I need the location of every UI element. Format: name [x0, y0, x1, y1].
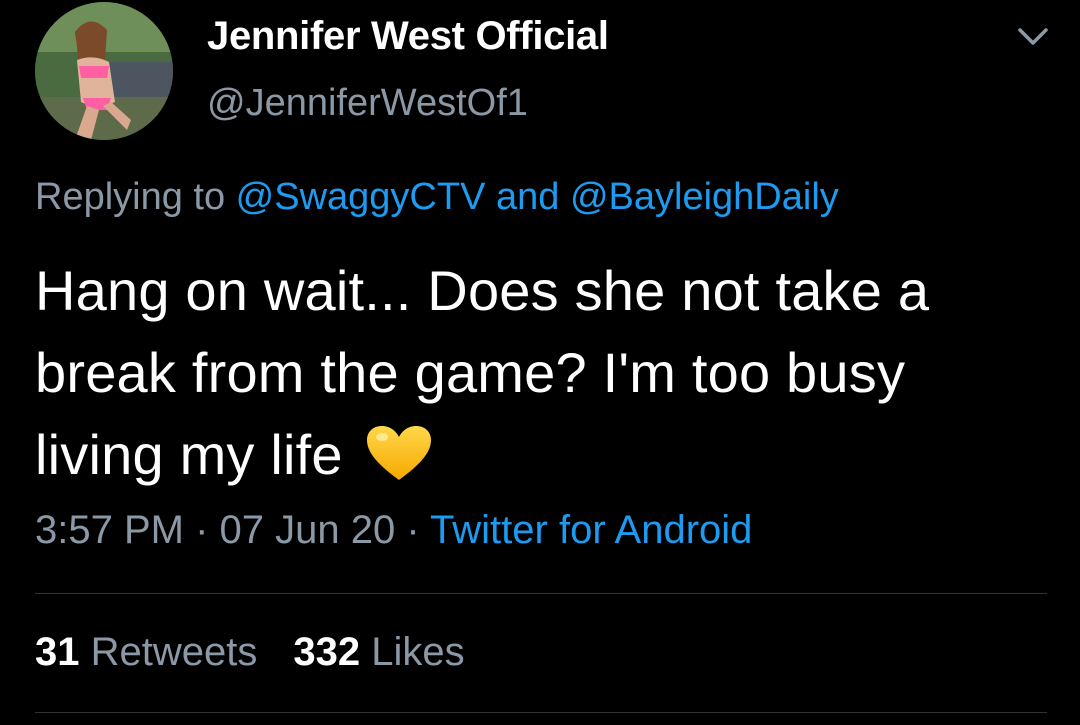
profile-photo: [35, 2, 173, 140]
meta-separator: ·: [183, 508, 220, 552]
tweet-stats: 31 Retweets 332 Likes: [35, 630, 465, 675]
reply-conjunction: and: [485, 176, 570, 218]
tweet-text: Hang on wait... Does she not take a brea…: [35, 250, 1045, 496]
replying-to-label: Replying to: [35, 176, 236, 218]
author-display-name[interactable]: Jennifer West Official: [207, 14, 609, 59]
likes-stat[interactable]: 332 Likes: [293, 630, 464, 674]
retweets-stat[interactable]: 31 Retweets: [35, 630, 257, 674]
chevron-down-icon[interactable]: [1014, 22, 1052, 52]
meta-separator: ·: [395, 508, 431, 552]
divider: [35, 593, 1047, 594]
likes-count: 332: [293, 630, 361, 674]
tweet-body: Hang on wait... Does she not take a brea…: [35, 259, 930, 486]
yellow-heart-icon: [366, 426, 431, 480]
reply-user-link[interactable]: @SwaggyCTV: [236, 176, 486, 218]
replying-to-line: Replying to @SwaggyCTV and @BayleighDail…: [35, 176, 839, 219]
avatar[interactable]: [35, 2, 173, 140]
author-handle[interactable]: @JenniferWestOf1: [207, 82, 528, 125]
tweet-meta: 3:57 PM · 07 Jun 20 · Twitter for Androi…: [35, 508, 752, 553]
tweet-time: 3:57 PM: [35, 508, 184, 552]
likes-label: Likes: [371, 630, 465, 674]
retweets-label: Retweets: [90, 630, 258, 674]
divider: [35, 712, 1047, 713]
tweet-source-link[interactable]: Twitter for Android: [430, 508, 752, 552]
retweets-count: 31: [35, 630, 80, 674]
reply-user-link[interactable]: @BayleighDaily: [570, 176, 839, 218]
tweet-date: 07 Jun 20: [219, 508, 396, 552]
